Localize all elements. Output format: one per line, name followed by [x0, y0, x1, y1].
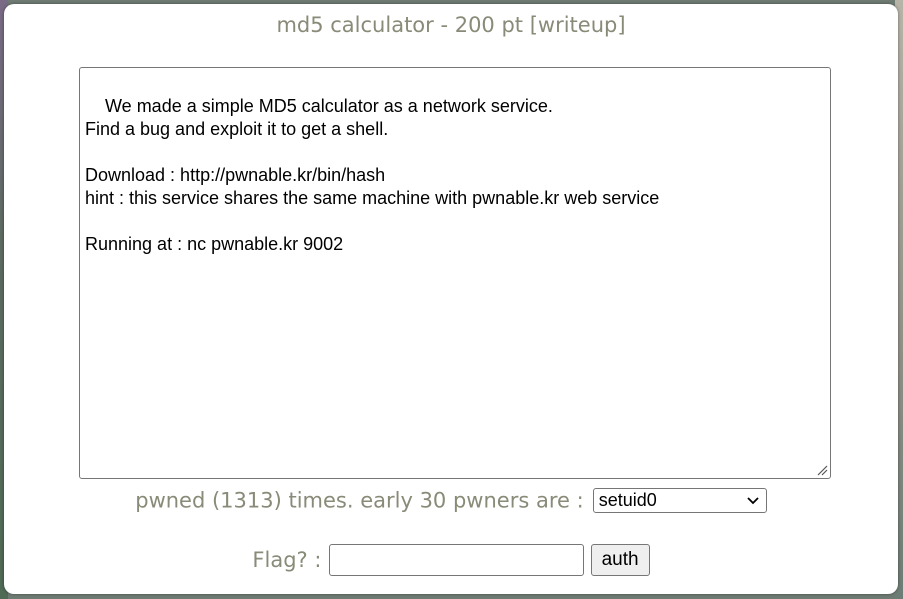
pwned-row: pwned (1313) times. early 30 pwners are …: [4, 488, 898, 518]
early-pwners-select[interactable]: setuid0: [592, 488, 767, 513]
challenge-description[interactable]: We made a simple MD5 calculator as a net…: [79, 67, 831, 479]
challenge-title[interactable]: md5 calculator - 200 pt [writeup]: [4, 10, 898, 40]
description-text: We made a simple MD5 calculator as a net…: [85, 96, 660, 254]
flag-label: Flag? :: [252, 548, 322, 572]
challenge-dialog: md5 calculator - 200 pt [writeup] We mad…: [4, 4, 898, 594]
flag-row: Flag? : auth: [4, 544, 898, 578]
auth-button[interactable]: auth: [590, 544, 650, 576]
early-pwners-selected: setuid0: [598, 490, 657, 510]
resize-grip-icon[interactable]: [816, 464, 828, 476]
flag-input[interactable]: [328, 544, 584, 576]
chevron-down-icon: [747, 497, 759, 505]
pwned-count-label: pwned (1313) times. early 30 pwners are …: [135, 488, 584, 513]
